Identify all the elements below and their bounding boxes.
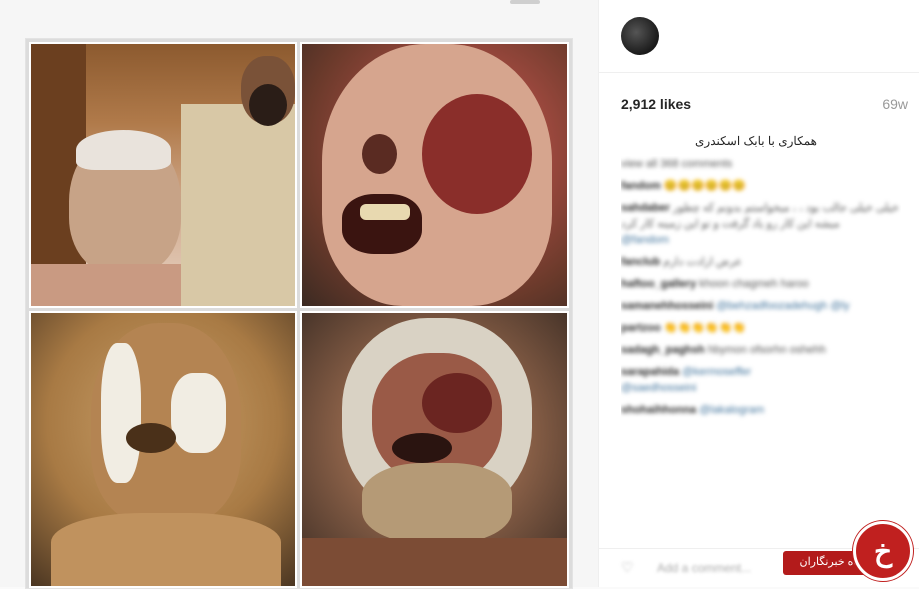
heart-icon[interactable]: ♡ [621,559,637,575]
post-time[interactable]: 69w [882,96,908,112]
add-comment-input[interactable]: Add a comment... [657,561,751,575]
comment-user[interactable]: shohaihhonna [621,404,696,416]
comment-item: sahdaber خیلی خیلی جالب بود ، ، میخواستم… [621,200,901,248]
comment-user[interactable]: fanclub [621,256,660,268]
view-all-comments-link[interactable]: view all 368 comments [621,156,901,172]
post-photo[interactable] [25,38,573,589]
comment-item: samanehhosseini @behzadfoozadehugh @ly [621,298,901,314]
news-agency-logo-icon: خ [853,521,913,581]
collage-photo-1 [29,42,297,308]
comment-user[interactable]: samanehhosseini [621,300,713,312]
comment-text: hbymon ofsorhn oshehh [707,344,826,356]
comment-text: khoon chagmeh haroo [699,278,809,290]
comment-item: sarapahida @kermoseffer @saedhosseini [621,364,901,396]
comment-item: shohaihhonna @lakalogram [621,402,901,418]
comment-text: عرض ارادت دارم [663,256,742,268]
news-agency-watermark: باشگاه خبرنگاران خ [783,521,913,583]
comment-user[interactable]: sarapahida [621,366,679,378]
comment-mention[interactable]: @kermoseffer [682,366,751,378]
comment-mention[interactable]: @behzadfoozadehugh [716,300,827,312]
top-indicator [510,0,540,4]
comment-emoji: 😊😊😊😊😊😊 [663,180,746,192]
comment-mention[interactable]: @lakalogram [699,404,764,416]
post-caption: همکاری با بابک اسکندری [695,134,817,148]
post-details-pane: 2,912 likes 69w همکاری با بابک اسکندری v… [598,0,919,587]
comment-user[interactable]: sadagh_paghsh [621,344,705,356]
comment-item: partzoo 👏👏👏👏👏👏 [621,320,901,336]
collage-photo-2 [300,42,569,308]
likes-count[interactable]: 2,912 likes [621,96,691,112]
comment-item: haftoo_gallery khoon chagmeh haroo [621,276,901,292]
comment-mention[interactable]: @fandom [621,232,901,248]
comment-mention[interactable]: @saedhosseini [621,380,901,396]
comment-user[interactable]: haftoo_gallery [621,278,696,290]
collage-photo-3 [29,311,297,588]
post-image-pane [0,0,598,589]
comments-list: view all 368 comments fandom 😊😊😊😊😊😊 sahd… [621,156,901,536]
comment-item: sadagh_paghsh hbymon ofsorhn oshehh [621,342,901,358]
avatar[interactable] [621,17,659,55]
post-header [599,0,919,73]
comment-user[interactable]: sahdaber [621,202,670,214]
comment-item: fandom 😊😊😊😊😊😊 [621,178,901,194]
comment-mention[interactable]: @ly [830,300,849,312]
comment-emoji: 👏👏👏👏👏👏 [663,322,746,334]
comment-user[interactable]: fandom [621,180,664,192]
logo-glyph: خ [873,535,893,567]
collage-photo-4 [300,311,569,588]
comment-item: fanclub عرض ارادت دارم [621,254,901,270]
comment-user[interactable]: partzoo [621,322,661,334]
